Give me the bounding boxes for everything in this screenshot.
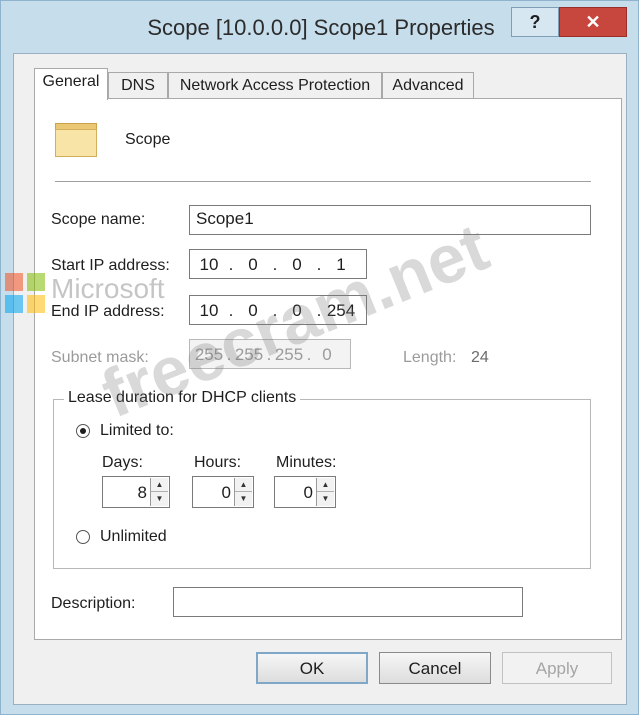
minutes-spinner[interactable]: 0 ▲ ▼ — [274, 476, 336, 508]
hours-spinner[interactable]: 0 ▲ ▼ — [192, 476, 254, 508]
hours-value: 0 — [221, 483, 231, 502]
description-label: Description: — [51, 595, 136, 612]
apply-button[interactable]: Apply — [502, 652, 612, 684]
scope-name-label: Scope name: — [51, 211, 146, 228]
dialog-window: Scope [10.0.0.0] Scope1 Properties ? ✕ G… — [0, 0, 639, 715]
length-value: 24 — [471, 349, 489, 366]
length-label: Length: — [403, 349, 457, 366]
close-button[interactable]: ✕ — [559, 7, 627, 37]
spinner-up-icon[interactable]: ▲ — [151, 478, 168, 492]
description-input[interactable] — [173, 587, 523, 617]
start-ip-octet-2: 0 — [248, 255, 258, 274]
folder-icon — [55, 119, 97, 157]
help-button[interactable]: ? — [511, 7, 559, 37]
days-spinner[interactable]: 8 ▲ ▼ — [102, 476, 170, 508]
days-value: 8 — [137, 483, 147, 502]
scope-name-input[interactable]: Scope1 — [189, 205, 591, 235]
microsoft-watermark-text: Microsoft — [51, 273, 165, 304]
ok-button[interactable]: OK — [256, 652, 368, 684]
hours-label: Hours: — [194, 454, 242, 471]
spinner-down-icon[interactable]: ▼ — [235, 492, 252, 506]
start-ip-octet-1: 10 — [199, 255, 219, 274]
spinner-up-icon[interactable]: ▲ — [317, 478, 334, 492]
cancel-button[interactable]: Cancel — [379, 652, 491, 684]
spinner-up-icon[interactable]: ▲ — [235, 478, 252, 492]
tab-advanced[interactable]: Advanced — [382, 72, 474, 100]
tab-general[interactable]: General — [34, 68, 108, 100]
end-ip-label: End IP address: — [51, 303, 165, 320]
limited-radio[interactable] — [76, 424, 90, 438]
scope-header-label: Scope — [125, 131, 171, 148]
minutes-value: 0 — [303, 483, 313, 502]
unlimited-radio[interactable] — [76, 530, 90, 544]
tab-dns[interactable]: DNS — [108, 72, 168, 100]
unlimited-label: Unlimited — [100, 528, 167, 545]
minutes-label: Minutes: — [276, 454, 337, 471]
tab-network-access-protection[interactable]: Network Access Protection — [168, 72, 382, 100]
spinner-down-icon[interactable]: ▼ — [317, 492, 334, 506]
days-label: Days: — [102, 454, 143, 471]
dot-separator: . — [272, 255, 278, 274]
spinner-down-icon[interactable]: ▼ — [151, 492, 168, 506]
separator — [55, 181, 591, 183]
title-bar[interactable]: Scope [10.0.0.0] Scope1 Properties ? ✕ — [1, 1, 638, 59]
dot-separator: . — [228, 255, 234, 274]
